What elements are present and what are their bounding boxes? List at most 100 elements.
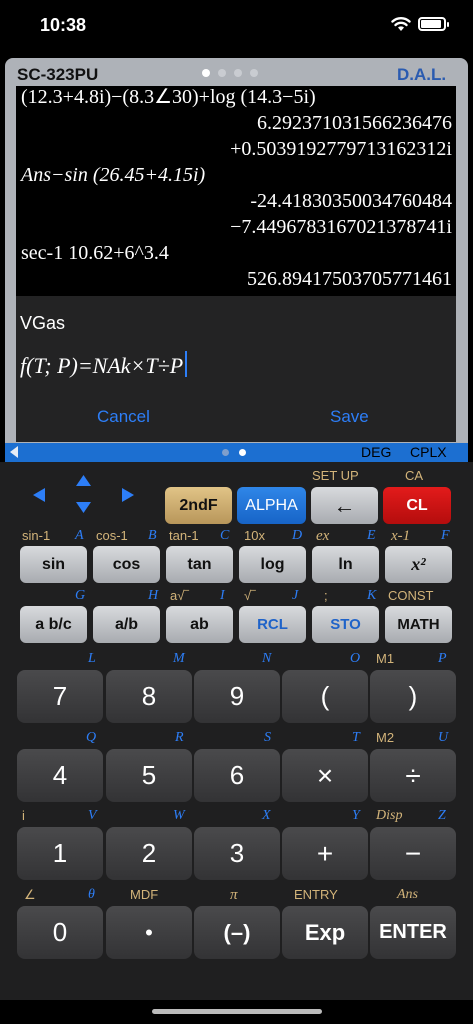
status-bar: 10:38 xyxy=(0,0,473,52)
clear-button[interactable]: CL xyxy=(383,487,451,524)
cursor-right-icon[interactable] xyxy=(122,488,134,502)
open-paren-button[interactable]: ( xyxy=(282,670,368,723)
save-button[interactable]: Save xyxy=(330,407,369,427)
digit-4-button[interactable]: 4 xyxy=(17,749,103,802)
page-dot-active xyxy=(202,69,210,77)
var-p-label: P xyxy=(438,651,447,666)
var-s-label: S xyxy=(264,730,271,745)
wifi-icon xyxy=(391,17,411,31)
var-h-label: H xyxy=(148,588,159,603)
a-over-b-button[interactable]: a/b xyxy=(93,606,160,643)
digit-3-button[interactable]: 3 xyxy=(194,827,280,880)
store-button[interactable]: STO xyxy=(312,606,379,643)
back-arrow-icon[interactable] xyxy=(10,446,18,458)
negate-button[interactable]: (–) xyxy=(194,906,280,959)
var-k-label: K xyxy=(367,588,377,603)
var-z-label: Z xyxy=(438,808,446,823)
digit-5-button[interactable]: 5 xyxy=(106,749,192,802)
divide-button[interactable]: ÷ xyxy=(370,749,456,802)
sin-button[interactable]: sin xyxy=(20,546,87,583)
multiply-button[interactable]: × xyxy=(282,749,368,802)
var-c-label: C xyxy=(220,528,230,543)
theta-label: θ xyxy=(88,887,95,902)
var-y-label: Y xyxy=(352,808,360,823)
var-i-label: I xyxy=(220,588,225,603)
var-a-label: A xyxy=(75,528,84,543)
alpha-button[interactable]: ALPHA xyxy=(237,487,306,524)
digit-7-button[interactable]: 7 xyxy=(17,670,103,723)
root-a-label: a√‾ xyxy=(170,588,189,603)
page-dot xyxy=(250,69,258,77)
digit-1-button[interactable]: 1 xyxy=(17,827,103,880)
setup-label: SET UP xyxy=(312,468,359,483)
complex-mode: CPLX xyxy=(410,444,447,460)
page-dot xyxy=(222,449,229,456)
mdf-label: MDF xyxy=(130,887,159,902)
close-paren-button[interactable]: ) xyxy=(370,670,456,723)
cos-button[interactable]: cos xyxy=(93,546,160,583)
history-expression: (12.3+4.8i)−(8.3∠30)+log (14.3−5i) xyxy=(21,86,316,108)
var-r-label: R xyxy=(175,730,184,745)
power-button[interactable]: ab xyxy=(166,606,233,643)
sqrt-label: √‾ xyxy=(244,588,256,603)
memory2-label: M2 xyxy=(376,730,395,745)
square-button[interactable]: x² xyxy=(385,546,452,583)
digit-2-button[interactable]: 2 xyxy=(106,827,192,880)
cursor-up-icon[interactable] xyxy=(76,475,91,486)
var-m-label: M xyxy=(173,651,185,666)
var-e-label: E xyxy=(367,528,376,543)
page-dot xyxy=(218,69,226,77)
backspace-button[interactable]: ← xyxy=(311,487,378,524)
history-result: 526.89417503705771461 xyxy=(247,268,452,290)
semicolon-label: ; xyxy=(324,588,328,603)
var-q-label: Q xyxy=(86,730,97,745)
angle-label: ∠ xyxy=(24,887,36,902)
second-function-button[interactable]: 2ndF xyxy=(165,487,232,524)
formula-input[interactable]: f(T; P)=NAk×T÷P xyxy=(20,351,188,379)
recall-button[interactable]: RCL xyxy=(239,606,306,643)
math-button[interactable]: MATH xyxy=(385,606,452,643)
history-result: −7.4496783167021378741i xyxy=(230,216,452,238)
add-button[interactable]: + xyxy=(282,827,368,880)
imaginary-label: i xyxy=(22,808,25,823)
digit-0-button[interactable]: 0 xyxy=(17,906,103,959)
enter-button[interactable]: ENTER xyxy=(370,906,456,959)
maker-logo: D.A.L. xyxy=(397,65,447,84)
reciprocal-label: x-1 xyxy=(391,528,411,544)
entry-label: ENTRY xyxy=(294,887,338,902)
mode-bar: DEG CPLX xyxy=(5,443,468,462)
subtract-button[interactable]: − xyxy=(370,827,456,880)
page-indicator[interactable] xyxy=(202,69,258,77)
history-expression: sec-1 10.62+6^3.4 xyxy=(21,242,169,264)
display-screen: (12.3+4.8i)−(8.3∠30)+log (14.3−5i) 6.292… xyxy=(16,86,456,296)
home-indicator[interactable] xyxy=(152,1009,322,1014)
history-result: 6.292371031566236476 xyxy=(257,112,452,134)
digit-6-button[interactable]: 6 xyxy=(194,749,280,802)
decimal-point-button[interactable]: • xyxy=(106,906,192,959)
model-name: SC-323PU xyxy=(17,65,99,84)
ln-button[interactable]: ln xyxy=(312,546,379,583)
digit-8-button[interactable]: 8 xyxy=(106,670,192,723)
exp-label: ex xyxy=(316,528,330,544)
cursor-down-icon[interactable] xyxy=(76,502,91,513)
disp-label: Disp xyxy=(376,808,403,823)
angle-mode: DEG xyxy=(361,444,392,460)
var-n-label: N xyxy=(262,651,272,666)
program-name[interactable]: VGas xyxy=(20,313,65,334)
var-u-label: U xyxy=(438,730,449,745)
var-x-label: X xyxy=(262,808,271,823)
digit-9-button[interactable]: 9 xyxy=(194,670,280,723)
log-button[interactable]: log xyxy=(239,546,306,583)
var-g-label: G xyxy=(75,588,86,603)
ans-label: Ans xyxy=(397,887,418,902)
cancel-button[interactable]: Cancel xyxy=(97,407,150,427)
fraction-button[interactable]: a b/c xyxy=(20,606,87,643)
mode-page-indicator xyxy=(222,449,246,456)
cursor-left-icon[interactable] xyxy=(33,488,45,502)
exponent-button[interactable]: Exp xyxy=(282,906,368,959)
tan-button[interactable]: tan xyxy=(166,546,233,583)
ca-label: CA xyxy=(405,468,424,483)
var-f-label: F xyxy=(441,528,450,543)
text-cursor xyxy=(185,351,188,377)
var-w-label: W xyxy=(173,808,185,823)
